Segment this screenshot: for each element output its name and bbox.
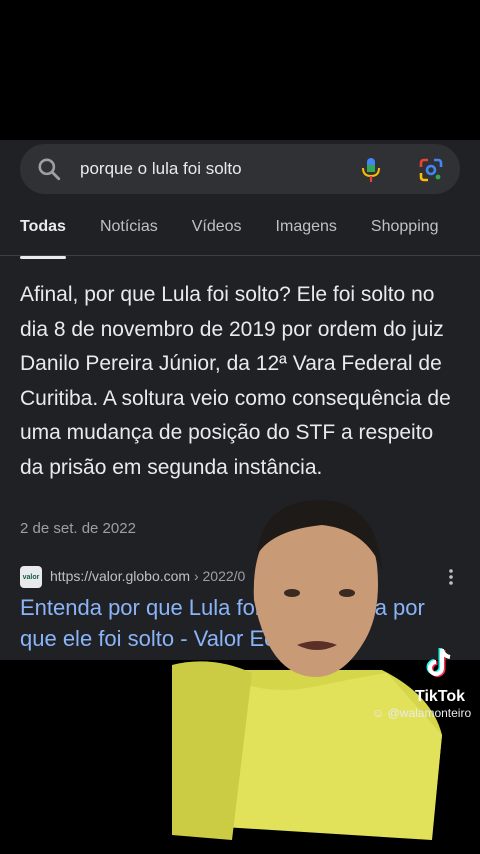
tab-videos[interactable]: Vídeos (192, 218, 242, 248)
search-input[interactable]: porque o lula foi solto (80, 159, 242, 179)
tab-shopping[interactable]: Shopping (371, 218, 439, 248)
result-url-host: https://valor.globo.com (50, 568, 191, 584)
site-favicon: valor (20, 566, 42, 588)
featured-snippet-text: Afinal, por que Lula foi solto? Ele foi … (20, 283, 451, 479)
snippet-date: 2 de set. de 2022 (20, 520, 136, 537)
search-bar[interactable]: porque o lula foi solto (20, 144, 460, 194)
tab-images[interactable]: Imagens (276, 218, 337, 248)
tab-divider (0, 255, 480, 256)
tiktok-brand: TikTok (414, 688, 466, 705)
search-tabs: Todas Notícias Vídeos Imagens Shopping (20, 218, 473, 259)
microphone-icon[interactable] (360, 156, 382, 184)
tiktok-username-text: @walamonteiro (387, 706, 472, 720)
tiktok-watermark: TikTok (400, 645, 480, 706)
tab-all[interactable]: Todas (20, 218, 66, 259)
google-lens-icon[interactable] (418, 157, 444, 183)
user-icon: ☺ (372, 706, 388, 720)
tiktok-username: ☺ @walamonteiro (372, 706, 471, 720)
search-icon (38, 158, 61, 181)
tiktok-logo-icon (426, 648, 451, 677)
tab-news[interactable]: Notícias (100, 218, 158, 248)
